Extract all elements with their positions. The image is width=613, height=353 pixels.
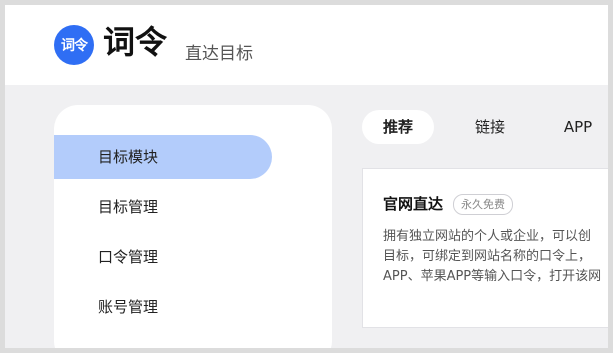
- free-badge: 永久免费: [453, 194, 513, 215]
- sidebar: 目标模块 目标管理 口令管理 账号管理: [54, 105, 332, 348]
- header: 词令 词令 直达目标: [5, 5, 608, 85]
- brand-name: 词令: [103, 23, 168, 61]
- sidebar-item-account-management[interactable]: 账号管理: [54, 285, 272, 329]
- sidebar-item-password-management[interactable]: 口令管理: [54, 235, 272, 279]
- logo-icon[interactable]: 词令: [54, 25, 94, 65]
- card-desc-line: 拥有独立网站的个人或企业，可以创: [383, 229, 592, 244]
- official-site-card[interactable]: 官网直达 永久免费 拥有独立网站的个人或企业，可以创 目标，可绑定到网站名称的口…: [362, 168, 608, 328]
- sidebar-item-target-module[interactable]: 目标模块: [54, 135, 272, 179]
- app-frame: 词令 词令 直达目标 目标模块 目标管理 口令管理 账号管理 推荐 链接 APP…: [5, 5, 608, 348]
- card-description: 拥有独立网站的个人或企业，可以创 目标，可绑定到网站名称的口令上， APP、苹果…: [383, 227, 608, 287]
- tab-recommended[interactable]: 推荐: [362, 110, 434, 144]
- card-title: 官网直达: [383, 195, 444, 213]
- tab-app[interactable]: APP: [548, 110, 608, 144]
- tab-links[interactable]: 链接: [458, 110, 522, 144]
- card-desc-line: 目标，可绑定到网站名称的口令上，: [383, 249, 592, 264]
- brand-tagline: 直达目标: [185, 44, 253, 64]
- card-desc-line: APP、苹果APP等输入口令，打开该网: [383, 269, 602, 284]
- sidebar-item-target-management[interactable]: 目标管理: [54, 185, 272, 229]
